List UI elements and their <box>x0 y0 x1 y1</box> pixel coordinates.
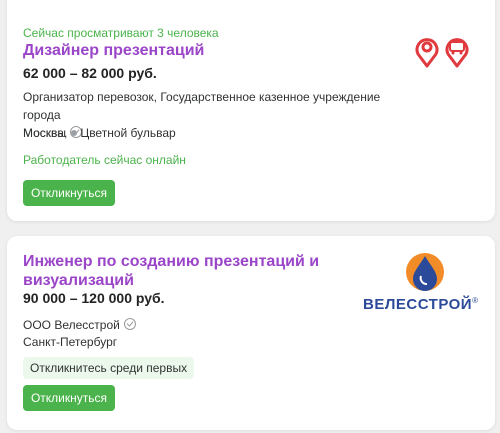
salary: 90 000 – 120 000 руб. <box>23 290 165 306</box>
vacancy-title-line1: Инженер по созданию презентаций и <box>23 253 320 270</box>
location: Москва, Цветной бульвар <box>23 126 176 140</box>
vacancy-card: Сейчас просматривают 3 человека Дизайнер… <box>7 0 495 221</box>
vacancy-title-link[interactable]: Инженер по созданию презентаций и визуал… <box>23 252 319 290</box>
salary: 62 000 – 82 000 руб. <box>23 65 157 81</box>
employer-name-text: ООО Велесстрой <box>23 318 120 332</box>
respond-button[interactable]: Откликнуться <box>23 180 115 206</box>
city: Москва, <box>23 126 68 140</box>
employer-logo-icon <box>415 38 469 68</box>
employer-online-status: Работодатель сейчас онлайн <box>23 153 186 167</box>
respond-first-badge: Откликнитесь среди первых <box>23 357 195 379</box>
viewers-count: Сейчас просматривают 3 человека <box>23 26 219 40</box>
logo-text: ВЕЛЕССТРОЙ <box>363 296 473 313</box>
vacancy-card: Инженер по созданию презентаций и визуал… <box>7 236 495 430</box>
drop-logo-icon <box>406 253 444 291</box>
metro-station: Цветной бульвар <box>80 126 176 140</box>
metro-icon <box>71 130 78 137</box>
vacancy-title-link[interactable]: Дизайнер презентаций <box>23 41 204 60</box>
employer-name-line1: Организатор перевозок, Государственное к… <box>23 90 381 122</box>
employer-name[interactable]: ООО Велесстрой <box>23 318 136 332</box>
verified-check-icon <box>123 318 136 330</box>
city: Санкт-Петербург <box>23 335 118 349</box>
logo-mark: ® <box>472 296 479 305</box>
employer-logo: ВЕЛЕССТРОЙ® <box>357 250 487 316</box>
respond-button[interactable]: Откликнуться <box>23 385 115 411</box>
vacancy-title-line2: визуализаций <box>23 272 134 289</box>
